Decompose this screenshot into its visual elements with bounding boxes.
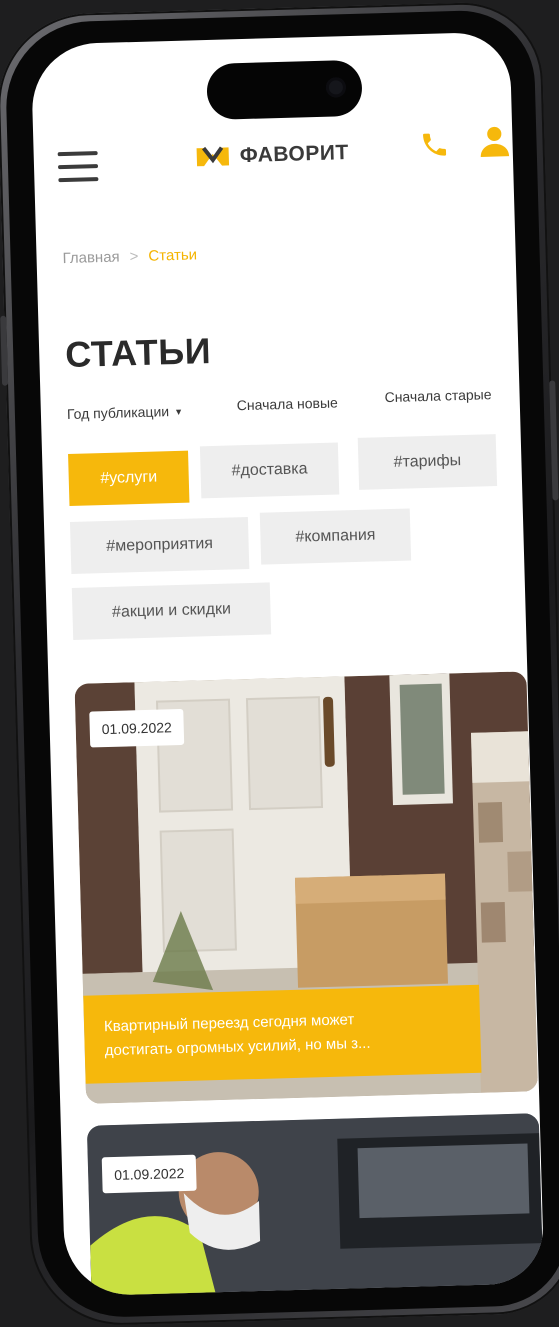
phone-frame: ФАВОРИТ Главная > Статьи СТАТЬИ Год публик… xyxy=(0,0,559,1327)
phone-icon[interactable] xyxy=(419,129,450,160)
power-button xyxy=(549,380,559,501)
tag-services[interactable]: #услуги xyxy=(68,450,190,506)
article-date: 01.09.2022 xyxy=(89,708,185,748)
article-card[interactable]: 01.09.2022 Квартирный переезд сегодня мо… xyxy=(74,671,539,1104)
logo[interactable]: ФАВОРИТ xyxy=(193,140,349,170)
phone-bezel: ФАВОРИТ Главная > Статьи СТАТЬИ Год публик… xyxy=(4,8,559,1320)
hamburger-menu-icon[interactable] xyxy=(57,151,99,183)
camera-icon xyxy=(325,77,347,98)
tag-delivery[interactable]: #доставка xyxy=(199,442,340,499)
article-image xyxy=(86,1113,545,1297)
logo-mark-icon xyxy=(196,146,230,167)
article-date: 01.09.2022 xyxy=(101,1154,197,1194)
dynamic-island xyxy=(206,59,363,120)
tag-events[interactable]: #мероприятия xyxy=(69,517,250,574)
tag-company[interactable]: #компания xyxy=(259,508,412,565)
volume-button xyxy=(0,315,9,386)
breadcrumb: Главная > Статьи xyxy=(62,246,197,267)
breadcrumb-home-link[interactable]: Главная xyxy=(62,249,120,268)
user-icon[interactable] xyxy=(477,124,512,159)
logo-text: ФАВОРИТ xyxy=(239,141,350,168)
breadcrumb-separator: > xyxy=(129,247,139,266)
sort-oldest-button[interactable]: Сначала старые xyxy=(384,386,491,405)
tag-promotions[interactable]: #акции и скидки xyxy=(71,582,272,640)
article-excerpt: Квартирный переезд сегодня может достига… xyxy=(83,984,482,1084)
caret-down-icon: ▼ xyxy=(173,406,184,418)
screen: ФАВОРИТ Главная > Статьи СТАТЬИ Год публик… xyxy=(30,31,545,1297)
article-card[interactable]: 01.09.2022 xyxy=(86,1113,545,1297)
year-filter-label: Год публикации xyxy=(66,403,170,423)
year-filter-dropdown[interactable]: Год публикации ▼ xyxy=(67,403,184,422)
breadcrumb-current: Статьи xyxy=(148,246,198,265)
page-title: СТАТЬИ xyxy=(64,329,212,376)
tag-tariffs[interactable]: #тарифы xyxy=(357,434,498,490)
sort-newest-button[interactable]: Сначала новые xyxy=(237,394,338,413)
